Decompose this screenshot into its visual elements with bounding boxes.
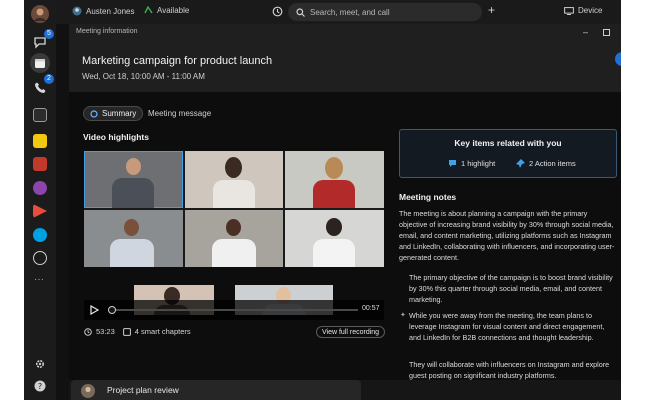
help-icon: ? bbox=[34, 380, 46, 392]
monitor-icon bbox=[564, 6, 574, 15]
rail-contacts-icon[interactable] bbox=[33, 108, 47, 122]
highlight-count: 1 highlight bbox=[461, 159, 496, 168]
user-icon bbox=[72, 6, 82, 16]
key-items-title: Key items related with you bbox=[454, 138, 562, 148]
meeting-panel: Meeting information – Marketing campaign… bbox=[69, 24, 621, 380]
rail-settings[interactable] bbox=[30, 354, 50, 374]
device-label: Device bbox=[578, 6, 603, 15]
notes-bullet: The primary objective of the campaign is… bbox=[399, 272, 615, 305]
progress-track[interactable] bbox=[110, 309, 358, 311]
progress-knob[interactable] bbox=[108, 306, 116, 314]
action-items-count: 2 Action items bbox=[529, 159, 576, 168]
rail-miro-app-icon[interactable] bbox=[33, 134, 47, 148]
pin-icon bbox=[516, 159, 525, 168]
rail-chat[interactable]: 5 bbox=[30, 29, 54, 52]
rail-analytics-app-icon[interactable] bbox=[33, 157, 47, 171]
svg-text:?: ? bbox=[38, 382, 42, 391]
participant-tile bbox=[185, 210, 283, 267]
user-name: Austen Jones bbox=[86, 6, 135, 16]
ai-sparkle-icon bbox=[90, 109, 98, 118]
panel-label: Meeting information bbox=[76, 28, 138, 35]
tab-summary-label: Summary bbox=[102, 109, 137, 118]
participant-tile bbox=[285, 151, 384, 208]
panel-header: Meeting information – Marketing campaign… bbox=[69, 24, 621, 92]
search-input[interactable]: Search, meet, and call bbox=[288, 3, 482, 21]
play-icon[interactable] bbox=[90, 305, 99, 315]
add-icon[interactable]: + bbox=[488, 3, 495, 17]
status-label: Available bbox=[157, 6, 190, 15]
rail-web-app-icon[interactable] bbox=[33, 251, 47, 265]
meeting-title: Marketing campaign for product launch bbox=[82, 55, 273, 67]
notes-bullet-text: The primary objective of the campaign is… bbox=[409, 273, 613, 304]
action-items-link[interactable]: 2 Action items bbox=[516, 159, 576, 168]
calls-badge: 2 bbox=[44, 74, 54, 84]
device-button[interactable]: Device bbox=[564, 6, 602, 15]
minimize-icon[interactable]: – bbox=[583, 27, 588, 37]
notes-bullet: ✦ While you were away from the meeting, … bbox=[399, 310, 615, 343]
notes-bullet-text: They will collaborate with influencers o… bbox=[409, 360, 610, 380]
key-items-card: Key items related with you 1 highlight 2… bbox=[399, 129, 617, 178]
rail-help[interactable]: ? bbox=[30, 376, 50, 396]
status-icon bbox=[144, 6, 153, 14]
recording-meta: 53:23 4 smart chapters bbox=[84, 327, 191, 336]
tab-meeting-message[interactable]: Meeting message bbox=[148, 109, 211, 118]
avatar-icon bbox=[31, 5, 49, 23]
participant-tile bbox=[285, 210, 384, 267]
meeting-datetime: Wed, Oct 18, 10:00 AM - 11:00 AM bbox=[82, 72, 205, 81]
top-bar: Austen Jones Available Search, meet, and… bbox=[56, 0, 621, 24]
participant-tile bbox=[84, 210, 183, 267]
tab-summary[interactable]: Summary bbox=[83, 106, 144, 121]
notes-bullet: They will collaborate with influencers o… bbox=[399, 359, 615, 381]
more-apps-icon[interactable]: ··· bbox=[34, 274, 44, 285]
view-full-recording-button[interactable]: View full recording bbox=[316, 326, 386, 338]
meeting-notes-title: Meeting notes bbox=[399, 192, 457, 202]
chapters-count: 4 smart chapters bbox=[134, 327, 191, 336]
meeting-content: Summary Meeting message Video highlights bbox=[69, 92, 621, 380]
status-pill[interactable]: Available bbox=[144, 6, 189, 15]
video-highlights-player[interactable] bbox=[84, 151, 384, 267]
rail-play-app-icon[interactable] bbox=[33, 204, 47, 218]
app-window: 5 2 ··· ? Austen Jones Available Search,… bbox=[24, 0, 621, 400]
rail-meetings[interactable] bbox=[30, 53, 50, 73]
rail-globe-app-icon[interactable] bbox=[33, 181, 47, 195]
notes-bullet-text: While you were away from the meeting, th… bbox=[409, 311, 605, 342]
profile-avatar[interactable] bbox=[30, 4, 50, 24]
time-end: 00:57 bbox=[362, 305, 380, 312]
rail-cloud-app-icon[interactable] bbox=[33, 228, 47, 242]
project-plan-item[interactable]: Project plan review bbox=[71, 380, 361, 400]
search-placeholder: Search, meet, and call bbox=[310, 7, 390, 17]
highlight-icon bbox=[449, 160, 456, 167]
rail-calls[interactable]: 2 bbox=[30, 74, 54, 97]
side-toggle-icon[interactable] bbox=[615, 52, 621, 66]
chapters-icon bbox=[122, 327, 131, 336]
participant-tile bbox=[84, 151, 183, 208]
gear-icon bbox=[35, 359, 45, 369]
participant-tile bbox=[185, 151, 283, 208]
avatar-icon bbox=[81, 384, 95, 398]
highlight-count-link[interactable]: 1 highlight bbox=[448, 159, 495, 168]
search-icon bbox=[296, 7, 305, 17]
maximize-icon[interactable] bbox=[603, 29, 610, 36]
left-rail: 5 2 ··· ? bbox=[24, 0, 56, 400]
user-pill[interactable]: Austen Jones bbox=[72, 6, 134, 16]
video-highlights-title: Video highlights bbox=[83, 132, 149, 142]
clock-icon bbox=[84, 327, 92, 336]
project-title: Project plan review bbox=[107, 385, 179, 395]
meeting-notes-intro: The meeting is about planning a campaign… bbox=[399, 209, 615, 262]
recording-length: 53:23 bbox=[96, 327, 115, 336]
bottom-strip: Project plan review bbox=[69, 380, 621, 400]
player-controls: 00:57 bbox=[84, 300, 384, 320]
history-icon[interactable] bbox=[272, 6, 283, 17]
sparkle-icon: ✦ bbox=[400, 312, 406, 319]
calendar-icon bbox=[35, 59, 45, 68]
chat-badge: 5 bbox=[44, 29, 54, 39]
